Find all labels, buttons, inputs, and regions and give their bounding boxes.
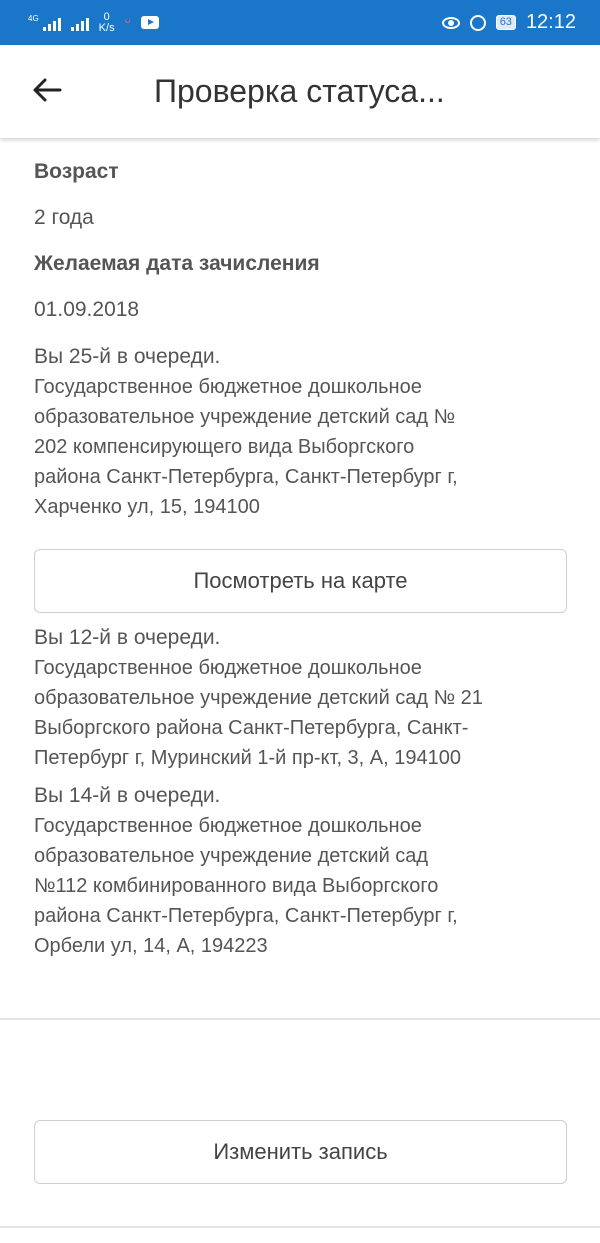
queue-position: Вы 25-й в очереди. (34, 345, 221, 368)
enrollment-date-value: 01.09.2018 (34, 298, 140, 321)
alarm-icon (469, 14, 486, 31)
network-speed-value: 0 (103, 10, 110, 23)
network-speed: 0 K/s (98, 10, 115, 34)
battery-icon: 63 (495, 15, 516, 30)
queue-line: Государственное бюджетное дошкольное (34, 376, 422, 398)
queue-line: Выборгского района Санкт-Петербурга, Сан… (34, 717, 469, 739)
eye-comfort-icon (441, 16, 460, 29)
queue-line: образовательное учреждение детский сад №… (34, 687, 483, 709)
notification-icon: ᵕ (124, 13, 131, 31)
cellular-signal-icon: 4G (28, 13, 61, 31)
arrow-left-icon[interactable] (30, 73, 66, 109)
queue-line: образовательное учреждение детский сад (34, 845, 429, 867)
queue-line: 202 компенсирующего вида Выборгского (34, 436, 415, 458)
cellular-signal-2-icon (70, 15, 89, 31)
queue-line: Петербург г, Муринский 1-й пр-кт, 3, А, … (34, 747, 461, 769)
queue-line: Орбели ул, 14, А, 194223 (34, 935, 268, 957)
queue-position: Вы 14-й в очереди. (34, 784, 221, 807)
queue-line: Государственное бюджетное дошкольное (34, 815, 422, 837)
clock: 12:12 (525, 11, 576, 33)
queue-position: Вы 12-й в очереди. (34, 626, 221, 649)
queue-item: Вы 12-й в очереди. Государственное бюдже… (34, 623, 574, 773)
queue-item: Вы 25-й в очереди. Государственное бюдже… (34, 342, 574, 522)
status-bar: 4G 0 K/s ᵕ 63 12:12 (0, 0, 600, 45)
queue-line: образовательное учреждение детский сад № (34, 406, 456, 428)
page-title: Проверка статуса... (154, 73, 445, 109)
application-details: Возраст 2 года Желаемая дата зачисления … (34, 140, 574, 961)
queue-line: Харченко ул, 15, 194100 (34, 496, 260, 518)
divider (0, 1226, 600, 1228)
enrollment-date-label: Желаемая дата зачисления (34, 252, 320, 275)
network-speed-unit: K/s (98, 21, 115, 34)
age-value: 2 года (34, 206, 94, 229)
youtube-icon (140, 16, 159, 29)
app-bar: Проверка статуса... (0, 45, 600, 138)
queue-line: района Санкт-Петербурга, Санкт-Петербург… (34, 466, 458, 488)
queue-line: Государственное бюджетное дошкольное (34, 657, 422, 679)
view-on-map-button[interactable]: Посмотреть на карте (34, 549, 567, 613)
network-type-label: 4G (28, 13, 39, 23)
queue-line: района Санкт-Петербурга, Санкт-Петербург… (34, 905, 458, 927)
queue-item: Вы 14-й в очереди. Государственное бюдже… (34, 781, 574, 961)
divider (0, 1018, 600, 1020)
edit-record-button[interactable]: Изменить запись (34, 1120, 567, 1184)
queue-line: №112 комбинированного вида Выборгского (34, 875, 439, 897)
age-label: Возраст (34, 160, 119, 183)
